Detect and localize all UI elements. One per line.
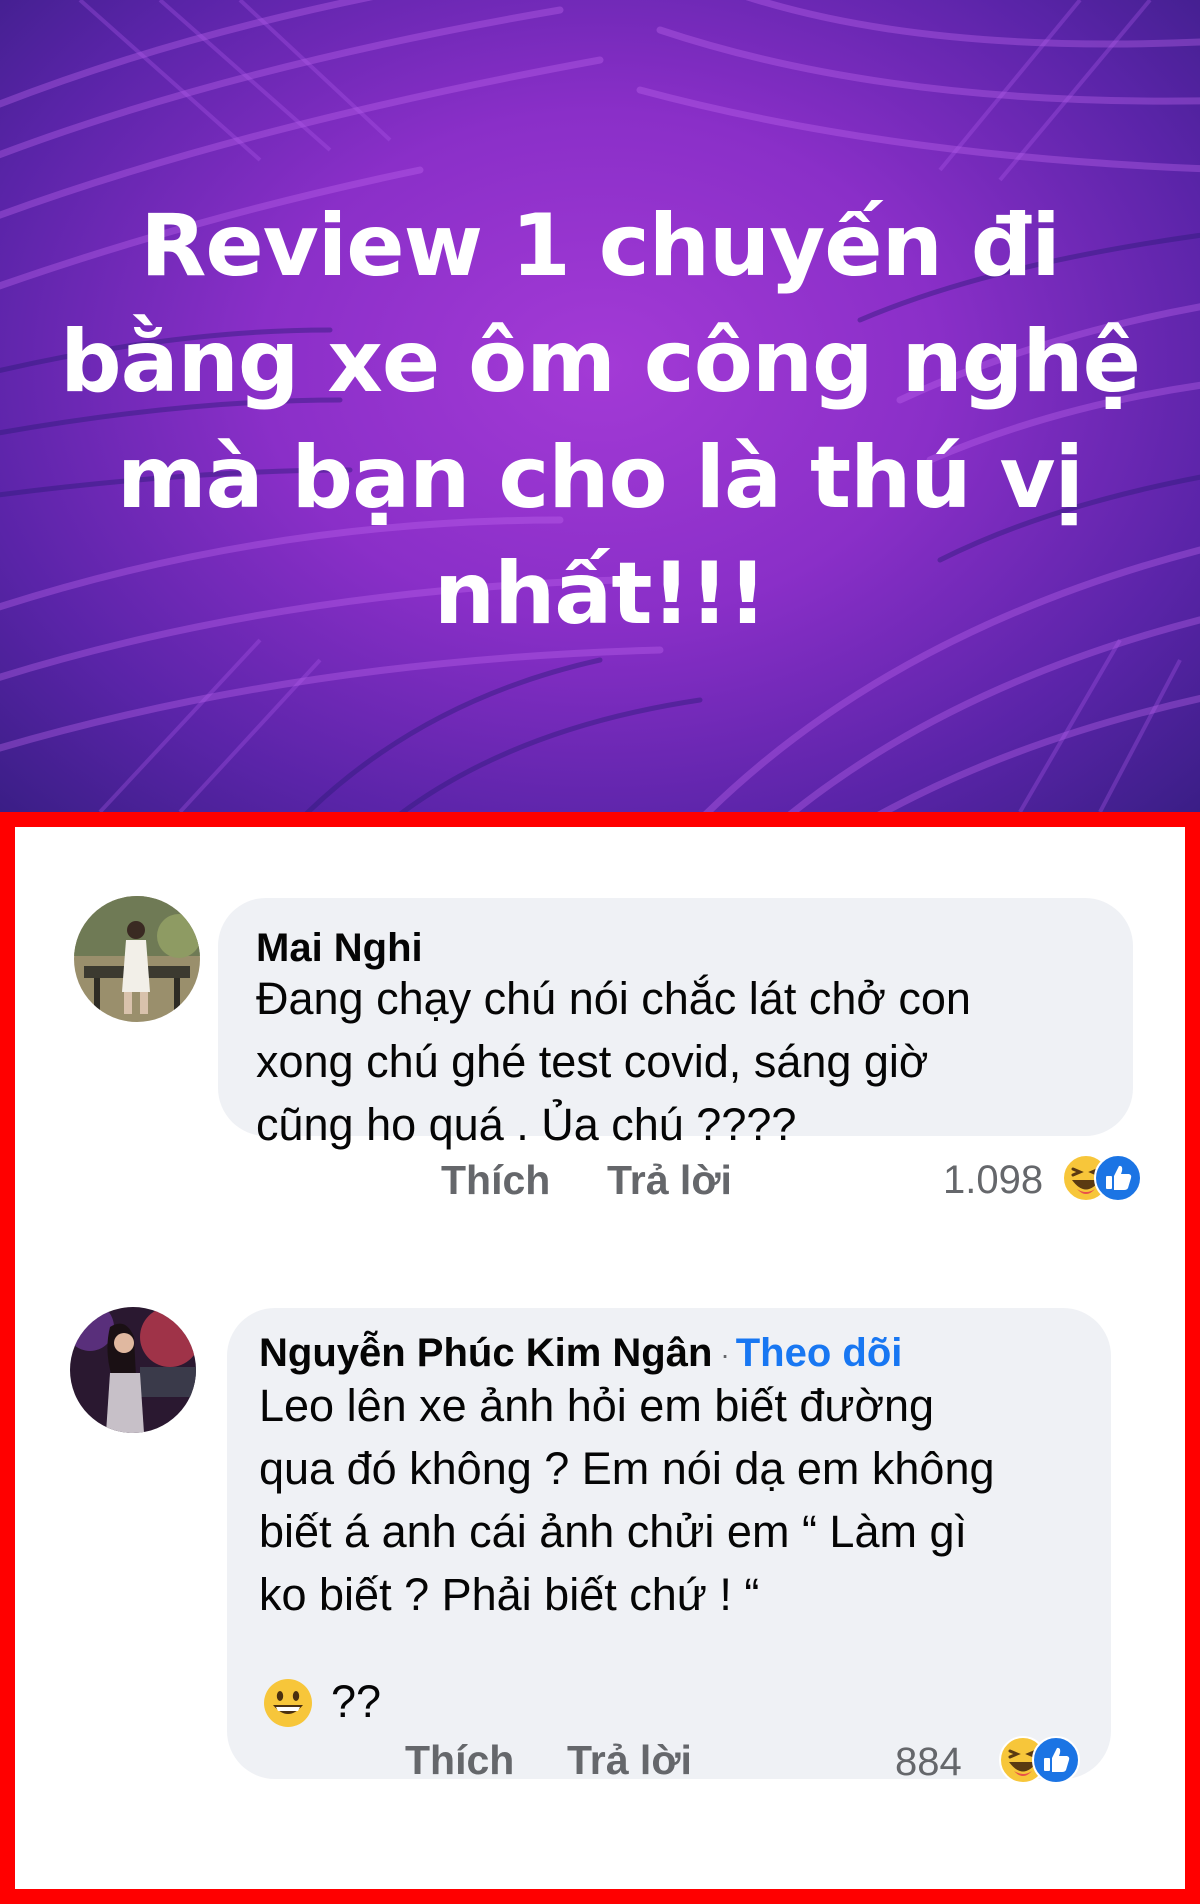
reply-button[interactable]: Trả lời xyxy=(567,1737,692,1784)
like-button[interactable]: Thích xyxy=(405,1737,514,1784)
like-button[interactable]: Thích xyxy=(441,1157,550,1204)
reaction-count[interactable]: 884 xyxy=(895,1740,962,1785)
comment-text: Leo lên xe ảnh hỏi em biết đường qua đó … xyxy=(259,1380,995,1620)
comments-highlight-frame: Mai Nghi Đang chạy chú nói chắc lát chở … xyxy=(0,812,1200,1904)
reply-button[interactable]: Trả lời xyxy=(607,1157,732,1204)
grinning-emoji-icon xyxy=(264,1679,312,1727)
like-icon xyxy=(1094,1154,1142,1202)
comment-trailing-text: ?? xyxy=(331,1676,382,1727)
post-banner: Review 1 chuyến đi bằng xe ôm công nghệ … xyxy=(0,0,1200,812)
comment-text: Đang chạy chú nói chắc lát chở con xong … xyxy=(256,973,971,1150)
follow-button[interactable]: Theo dõi xyxy=(736,1331,903,1375)
avatar-photo xyxy=(74,896,200,1022)
separator-dot: · xyxy=(720,1339,730,1371)
avatar-photo xyxy=(70,1307,196,1433)
post-title: Review 1 chuyến đi bằng xe ôm công nghệ … xyxy=(60,196,1141,644)
comment-author[interactable]: Mai Nghi xyxy=(256,926,423,971)
comment-author-line: Nguyễn Phúc Kim Ngân · Theo dõi xyxy=(259,1331,902,1376)
reaction-count[interactable]: 1.098 xyxy=(943,1158,1043,1203)
avatar[interactable] xyxy=(70,1307,196,1433)
avatar[interactable] xyxy=(74,896,200,1022)
like-icon xyxy=(1032,1736,1080,1784)
comment-author[interactable]: Nguyễn Phúc Kim Ngân xyxy=(259,1331,712,1375)
